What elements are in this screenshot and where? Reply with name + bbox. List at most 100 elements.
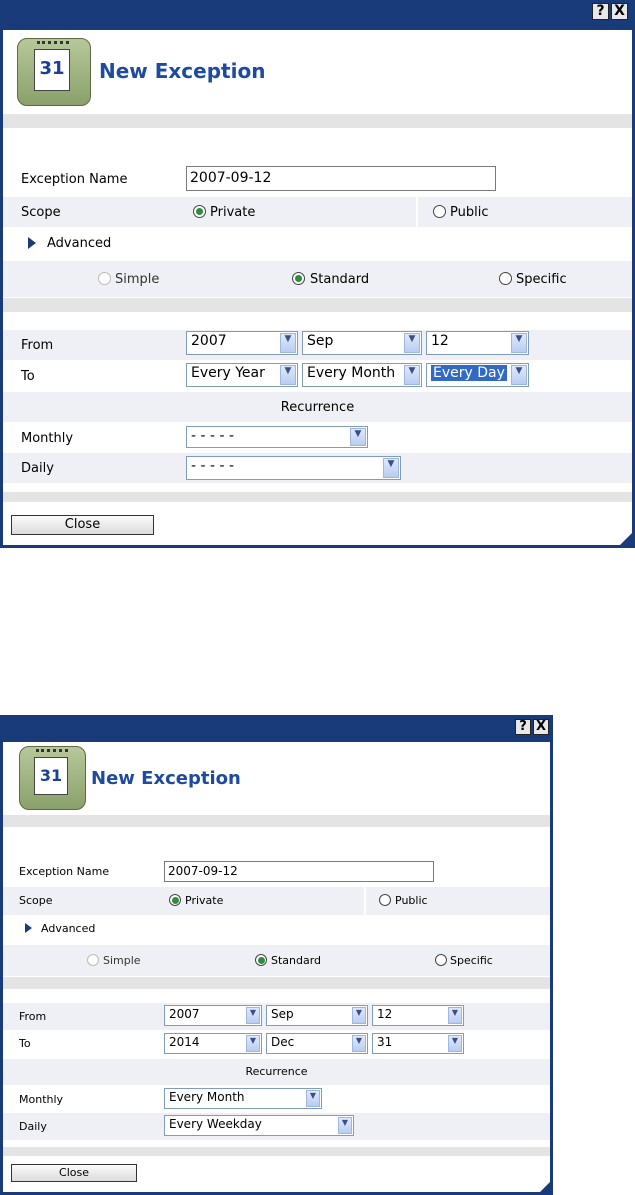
close-x-button[interactable]: X [611,3,628,20]
from-year-select[interactable]: 2007 ▼ [186,331,298,355]
from-row: From 2007 ▼ Sep ▼ 12 ▼ [3,1003,550,1030]
scope-row: Scope Private Public [3,197,632,227]
close-x-button[interactable]: X [533,719,549,735]
exception-name-input[interactable]: 2007-09-12 [164,861,434,882]
chevron-down-icon: ▼ [352,1035,366,1052]
chevron-down-icon: ▼ [306,1090,320,1107]
help-button[interactable]: ? [592,3,609,20]
from-year-select[interactable]: 2007 ▼ [164,1005,262,1026]
expand-arrow-icon[interactable] [25,923,32,933]
chevron-down-icon: ▼ [448,1035,462,1052]
divider [3,977,550,989]
from-month-select[interactable]: Sep ▼ [266,1005,368,1026]
scope-private-radio[interactable] [169,894,181,906]
from-day-select[interactable]: 12 ▼ [426,331,529,355]
mode-specific-label: Specific [450,954,493,967]
chevron-down-icon: ▼ [338,1117,352,1134]
chevron-down-icon: ▼ [350,428,366,446]
to-day-select[interactable]: Every Day ▼ [426,363,529,387]
chevron-down-icon: ▼ [404,365,420,385]
dialog-titlebar[interactable]: ? X [3,0,632,30]
chevron-down-icon: ▼ [352,1007,366,1024]
divider [3,492,632,502]
chevron-down-icon: ▼ [280,333,296,353]
mode-standard-label: Standard [271,954,322,967]
scope-public-radio[interactable] [433,205,446,218]
close-button[interactable]: Close [11,1164,137,1182]
mode-specific-label: Specific [516,272,567,287]
chevron-down-icon: ▼ [246,1007,260,1024]
from-label: From [21,338,54,353]
calendar-icon-day: 31 [39,766,63,785]
recurrence-label: Recurrence [280,400,355,415]
scope-private-radio[interactable] [193,205,206,218]
mode-standard-radio[interactable] [292,272,305,285]
scope-private-label: Private [185,894,224,907]
calendar-icon-day: 31 [39,58,65,79]
calendar-icon: 31 [17,38,91,106]
recurrence-label: Recurrence [245,1065,308,1078]
divider [3,114,632,128]
mode-specific-radio[interactable] [499,272,512,285]
advanced-toggle[interactable]: Advanced [47,236,111,251]
daily-row: Daily - - - - - ▼ [3,453,632,483]
to-month-select[interactable]: Dec ▼ [266,1033,368,1054]
mode-simple-radio [98,272,111,285]
mode-standard-radio[interactable] [255,954,267,966]
chevron-down-icon: ▼ [246,1035,260,1052]
dialog-titlebar[interactable]: ? X [3,715,550,742]
to-month-select[interactable]: Every Month ▼ [302,363,422,387]
divider [3,815,550,827]
to-day-select[interactable]: 31 ▼ [372,1033,464,1054]
from-row: From 2007 ▼ Sep ▼ 12 ▼ [3,330,632,360]
to-year-select[interactable]: 2014 ▼ [164,1033,262,1054]
monthly-row: Monthly Every Month ▼ [3,1085,550,1111]
dialog-title: New Exception [91,768,241,789]
exception-name-label: Exception Name [19,865,110,878]
resize-grip[interactable] [540,1182,550,1192]
to-year-select[interactable]: Every Year ▼ [186,363,298,387]
divider [3,298,632,312]
divider [3,1147,550,1156]
monthly-select[interactable]: - - - - - ▼ [186,426,368,448]
monthly-label: Monthly [19,1093,64,1106]
scope-public-label: Public [395,894,428,907]
scope-divider [416,197,418,227]
to-label: To [19,1037,31,1050]
exception-name-input[interactable]: 2007-09-12 [186,166,496,191]
daily-row: Daily Every Weekday ▼ [3,1113,550,1140]
monthly-select[interactable]: Every Month ▼ [164,1088,322,1109]
monthly-label: Monthly [21,431,74,446]
new-exception-dialog-1: ? X 31 New Exception Exception Name 2007… [0,0,635,548]
daily-select[interactable]: Every Weekday ▼ [164,1115,354,1136]
help-button[interactable]: ? [515,719,531,735]
chevron-down-icon: ▼ [383,458,399,478]
exception-name-row: Exception Name 2007-09-12 [3,164,632,196]
mode-standard-label: Standard [310,272,370,287]
scope-public-radio[interactable] [379,894,391,906]
from-month-select[interactable]: Sep ▼ [302,331,422,355]
resize-grip[interactable] [620,533,632,545]
from-label: From [19,1010,47,1023]
daily-select[interactable]: - - - - - ▼ [186,456,401,480]
scope-private-label: Private [210,205,256,220]
chevron-down-icon: ▼ [511,333,527,353]
advanced-row: Advanced [3,228,632,258]
expand-arrow-icon[interactable] [28,237,36,249]
dialog-header: 31 New Exception [3,742,550,816]
to-row: To Every Year ▼ Every Month ▼ Every Day ▼ [3,362,632,390]
daily-label: Daily [19,1120,47,1133]
mode-specific-radio[interactable] [435,954,447,966]
dialog-header: 31 New Exception [3,30,632,114]
close-button[interactable]: Close [11,515,154,535]
dialog-title: New Exception [99,59,266,83]
scope-divider [364,887,366,915]
mode-simple-radio [87,954,99,966]
scope-label: Scope [19,894,53,907]
advanced-toggle[interactable]: Advanced [41,922,95,935]
chevron-down-icon: ▼ [404,333,420,353]
from-day-select[interactable]: 12 ▼ [372,1005,464,1026]
monthly-row: Monthly - - - - - ▼ [3,424,632,452]
chevron-down-icon: ▼ [280,365,296,385]
mode-row: Simple Standard Specific [3,945,550,976]
